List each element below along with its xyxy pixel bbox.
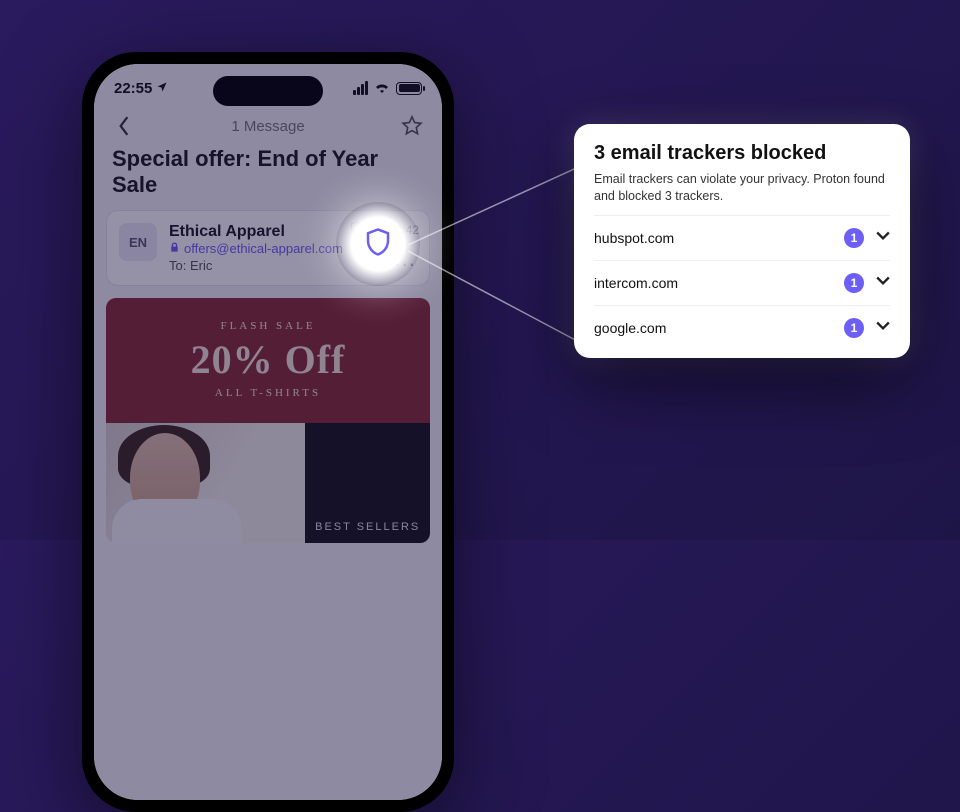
email-time: 12:42: [389, 223, 419, 237]
promo-right: BEST SELLERS: [305, 423, 430, 543]
tracker-domain: intercom.com: [594, 275, 678, 291]
email-body: FLASH SALE 20% Off ALL T-SHIRTS BEST SEL…: [106, 298, 430, 543]
sender-email-row: offers@ethical-apparel.com: [169, 241, 417, 256]
promo-banner: FLASH SALE 20% Off ALL T-SHIRTS: [106, 298, 430, 423]
popup-title: 3 email trackers blocked: [594, 142, 890, 165]
more-button[interactable]: ···: [395, 257, 417, 275]
trackers-popup: 3 email trackers blocked Email trackers …: [574, 124, 910, 358]
back-button[interactable]: [112, 114, 136, 138]
promo-sub: ALL T-SHIRTS: [116, 387, 420, 399]
chevron-down-icon[interactable]: [876, 319, 890, 336]
promo-kicker: FLASH SALE: [116, 320, 420, 332]
battery-icon: [396, 82, 422, 95]
phone-screen: 22:55 1 Message Special offer:: [94, 64, 442, 800]
tracker-row[interactable]: hubspot.com 1: [594, 215, 890, 260]
wifi-icon: [374, 80, 390, 97]
chevron-down-icon[interactable]: [876, 229, 890, 246]
nav-title: 1 Message: [231, 118, 304, 135]
sender-card[interactable]: EN Ethical Apparel offers@ethical-appare…: [106, 210, 430, 286]
tracker-count-badge: 1: [844, 228, 864, 248]
popup-desc: Email trackers can violate your privacy.…: [594, 171, 890, 205]
star-button[interactable]: [400, 114, 424, 138]
tracker-domain: google.com: [594, 320, 666, 336]
signal-icon: [353, 81, 368, 95]
tracker-count-badge: 1: [844, 318, 864, 338]
shield-small-icon[interactable]: [349, 221, 363, 238]
location-icon: [156, 80, 168, 97]
status-time: 22:55: [114, 80, 152, 97]
lock-icon: [169, 241, 180, 256]
promo-photo: [106, 423, 305, 543]
phone-frame: 22:55 1 Message Special offer:: [82, 52, 454, 812]
tracker-row[interactable]: intercom.com 1: [594, 260, 890, 305]
to-line: To: Eric: [169, 258, 417, 273]
email-subject: Special offer: End of Year Sale: [94, 144, 442, 208]
notch: [213, 76, 323, 106]
promo-headline: 20% Off: [116, 336, 420, 383]
chevron-down-icon[interactable]: [876, 274, 890, 291]
tracker-count-badge: 1: [844, 273, 864, 293]
sender-avatar: EN: [119, 223, 157, 261]
tracker-row[interactable]: google.com 1: [594, 305, 890, 350]
sender-email: offers@ethical-apparel.com: [184, 241, 343, 256]
message-nav: 1 Message: [94, 112, 442, 144]
reply-icon[interactable]: [369, 221, 383, 238]
tracker-domain: hubspot.com: [594, 230, 674, 246]
